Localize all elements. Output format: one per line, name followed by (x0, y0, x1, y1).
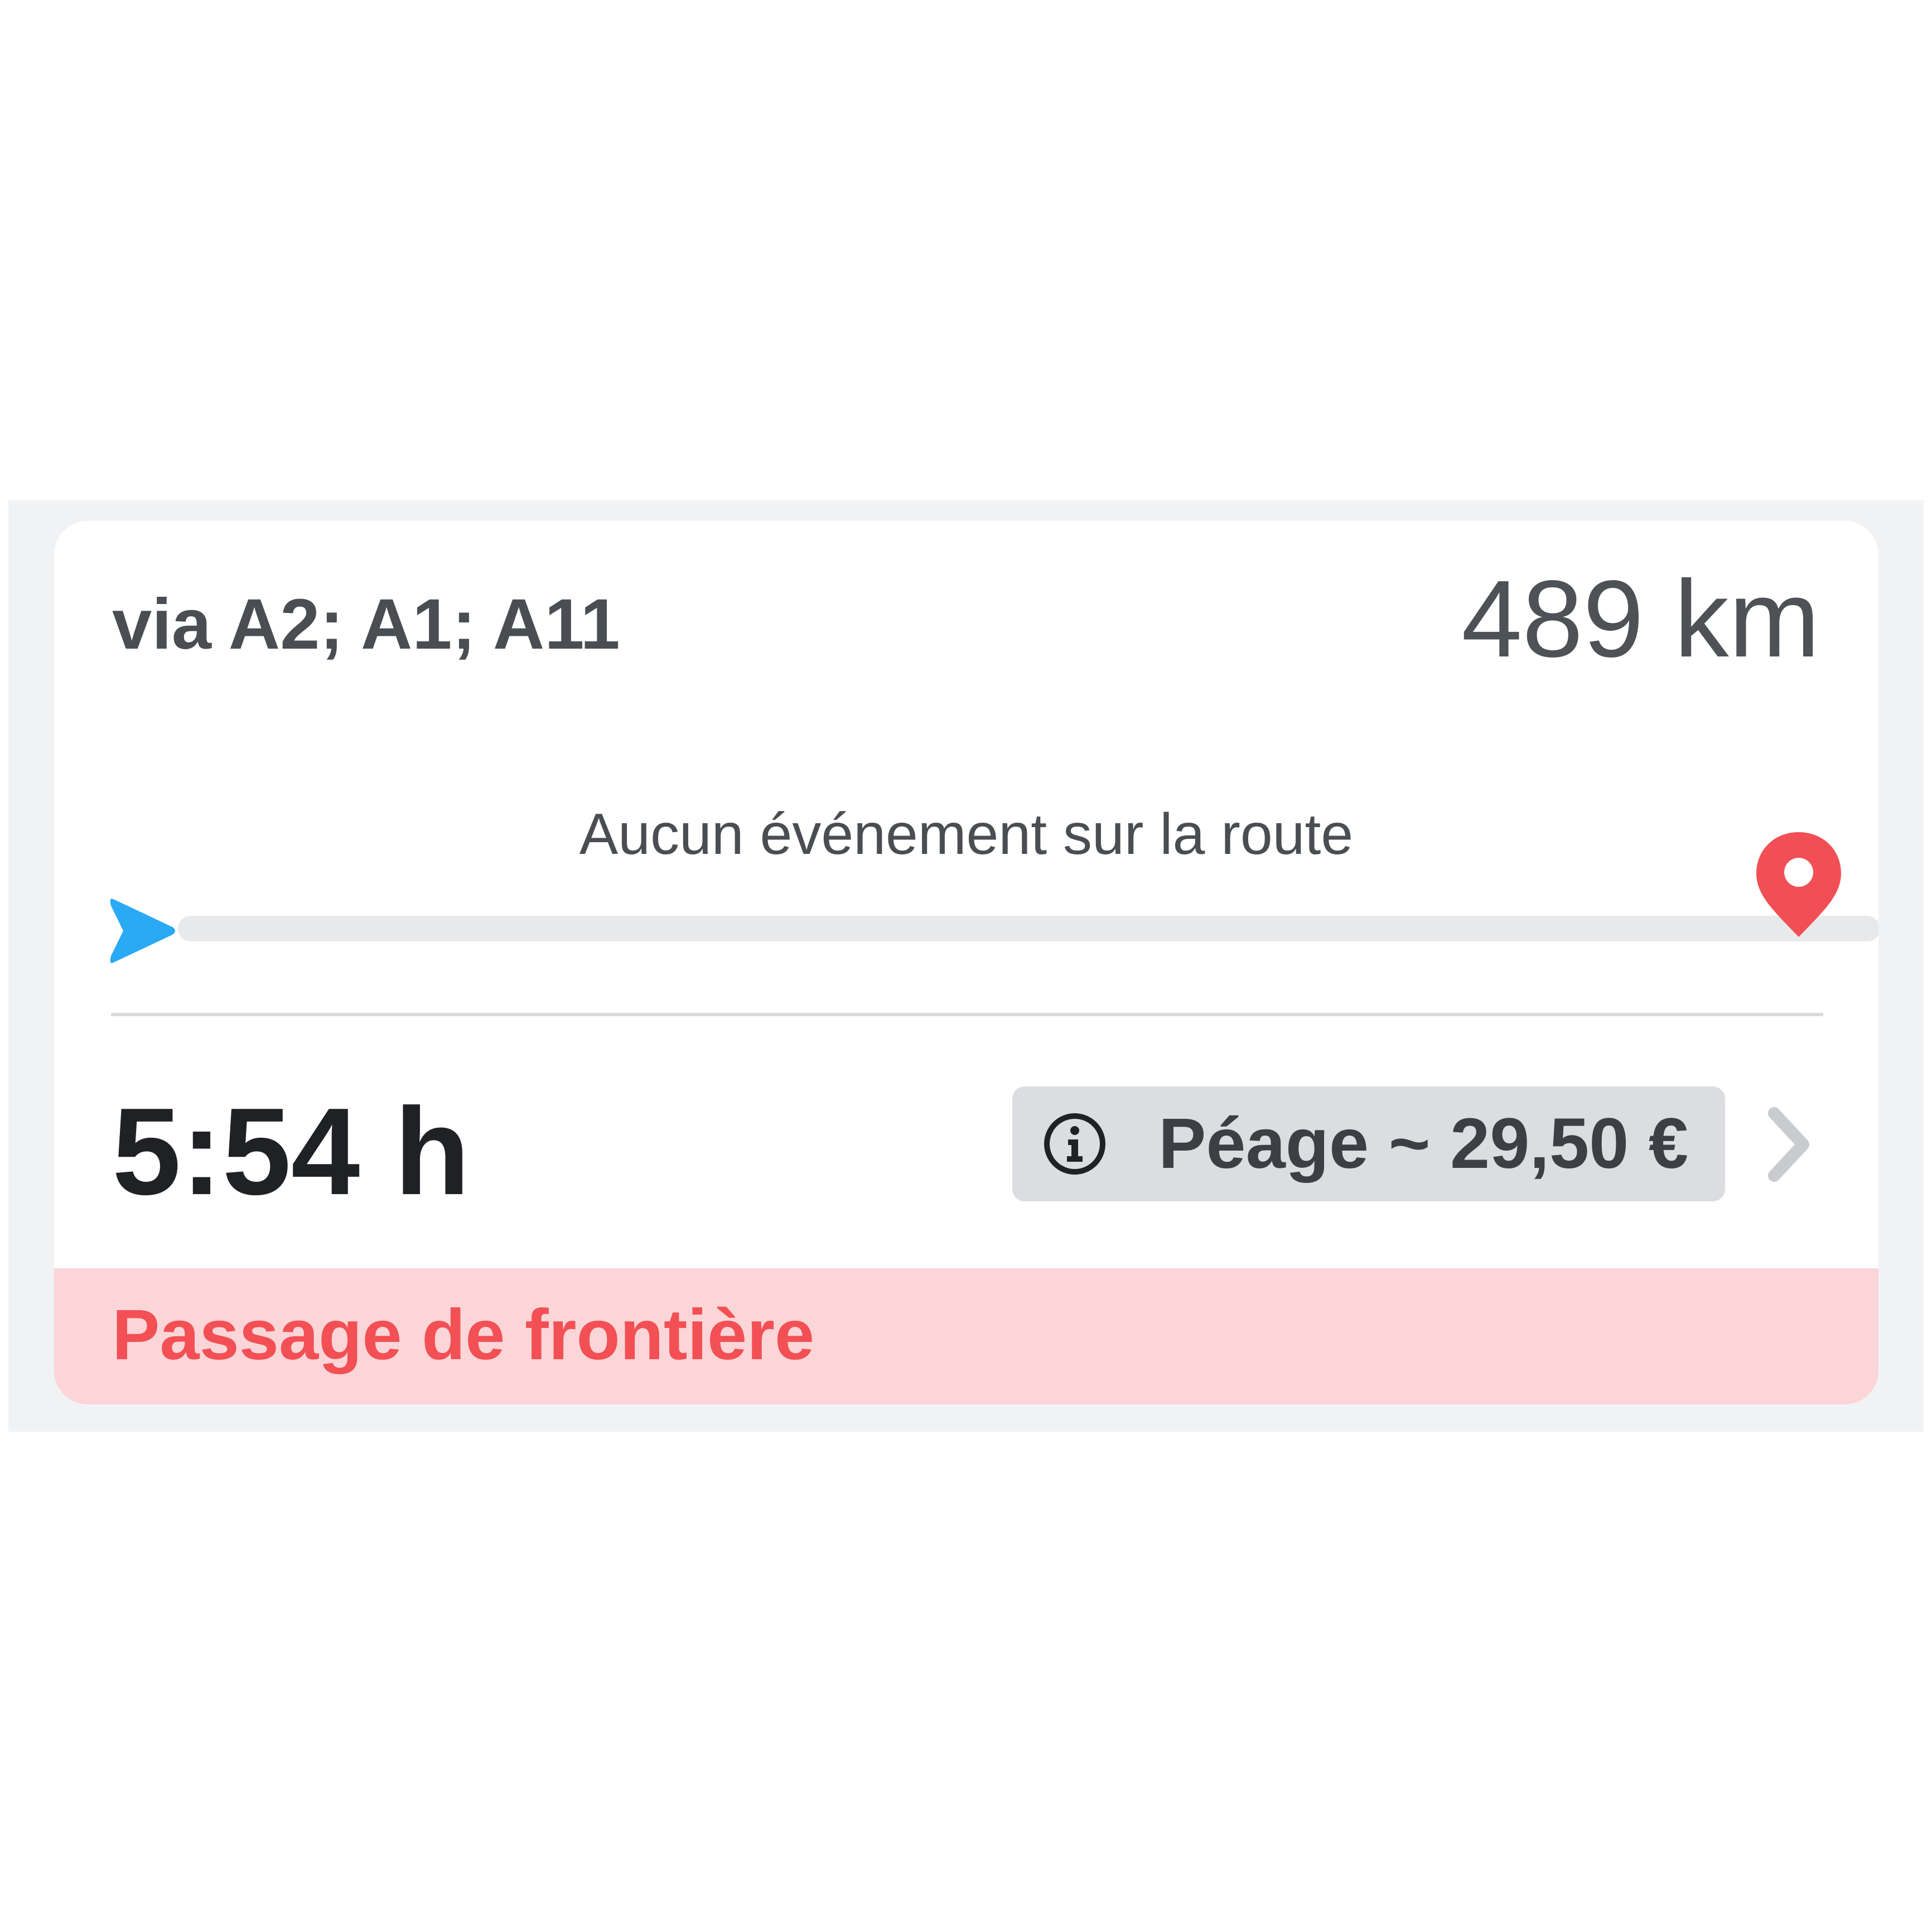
map-pin-icon (1756, 832, 1841, 937)
border-crossing-banner: Passage de frontière (54, 1268, 1878, 1404)
navigation-arrow-icon (110, 899, 175, 963)
route-duration: 5:54 h (112, 1083, 470, 1221)
route-progress-track (178, 916, 1878, 941)
toll-cost-label: Péage ~ 29,50 € (1158, 1104, 1689, 1184)
info-icon (1044, 1113, 1105, 1175)
route-via-label: via A2; A1; A11 (112, 585, 620, 664)
border-crossing-label: Passage de frontière (112, 1295, 815, 1375)
chevron-right-icon[interactable] (1764, 1105, 1814, 1184)
toll-info-button[interactable]: Péage ~ 29,50 € (1012, 1086, 1725, 1201)
divider (111, 1013, 1823, 1016)
route-distance: 489 km (1461, 558, 1820, 680)
route-card[interactable]: via A2; A1; A11 489 km Aucun événement s… (54, 521, 1878, 1404)
route-events-label: Aucun événement sur la route (579, 802, 1354, 867)
